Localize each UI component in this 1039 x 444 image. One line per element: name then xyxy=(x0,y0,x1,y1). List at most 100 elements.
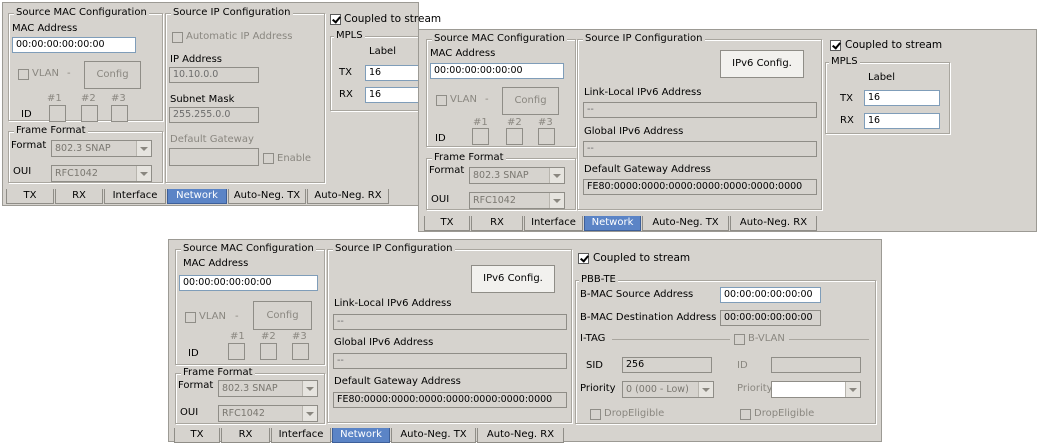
tab-rx[interactable]: RX xyxy=(221,428,270,443)
vlan-col-1: #1 xyxy=(230,331,245,342)
ip-address-field[interactable]: 10.10.0.0 xyxy=(169,67,259,83)
coupled-to-stream-checkbox[interactable] xyxy=(330,14,341,25)
oui-value: RFC1042 xyxy=(473,195,516,206)
vlan-id-3[interactable] xyxy=(111,105,128,122)
tab-network[interactable]: Network xyxy=(167,189,227,204)
tab-auto-neg-tx[interactable]: Auto-Neg. TX xyxy=(391,428,476,443)
ipv6-config-button[interactable]: IPv6 Config. xyxy=(720,50,804,78)
vlan-dash: - xyxy=(235,311,239,322)
vlan-id-label: ID xyxy=(435,133,446,144)
mpls-rx-label: RX xyxy=(840,115,854,126)
tab-tx[interactable]: TX xyxy=(424,216,470,231)
gateway-address-field[interactable]: FE80:0000:0000:0000:0000:0000:0000:0000 xyxy=(583,179,817,195)
tab-rx[interactable]: RX xyxy=(471,216,523,231)
mac-address-field[interactable]: 00:00:00:00:00:00 xyxy=(430,63,564,79)
tab-bar: TX RX Interface Network Auto-Neg. TX Aut… xyxy=(424,216,924,232)
bvlan-drop-eligible-checkbox[interactable] xyxy=(740,409,751,420)
source-mac-legend: Source MAC Configuration xyxy=(181,243,316,255)
vlan-checkbox[interactable] xyxy=(18,69,29,80)
link-local-field[interactable]: -- xyxy=(333,314,567,330)
priority-select[interactable]: 0 (000 - Low) xyxy=(622,381,714,398)
vlan-id-3[interactable] xyxy=(292,343,309,360)
sid-field[interactable]: 256 xyxy=(622,357,712,373)
chevron-down-icon xyxy=(698,382,713,397)
coupled-to-stream-checkbox[interactable] xyxy=(830,40,841,51)
vlan-id-label: ID xyxy=(21,109,32,120)
oui-label: OUI xyxy=(13,166,32,177)
network-panel-ipv6: Source MAC Configuration MAC Address 00:… xyxy=(418,29,1037,232)
bvlan-id-field[interactable] xyxy=(771,357,861,373)
vlan-config-button[interactable]: Config xyxy=(253,301,312,330)
auto-ip-checkbox[interactable] xyxy=(172,32,183,43)
bmac-source-label: B-MAC Source Address xyxy=(580,289,694,300)
auto-ip-label: Automatic IP Address xyxy=(186,31,293,42)
chevron-down-icon xyxy=(549,193,564,208)
format-select[interactable]: 802.3 SNAP xyxy=(51,140,152,157)
mac-address-field[interactable]: 00:00:00:00:00:00 xyxy=(12,37,136,53)
vlan-col-2: #2 xyxy=(81,93,96,104)
mpls-tx-label: TX xyxy=(339,67,352,78)
tab-network[interactable]: Network xyxy=(332,428,390,443)
tab-interface[interactable]: Interface xyxy=(104,189,166,204)
vlan-id-2[interactable] xyxy=(260,343,277,360)
drop-eligible-checkbox[interactable] xyxy=(590,409,601,420)
bvlan-id-label: ID xyxy=(737,360,748,371)
tab-interface[interactable]: Interface xyxy=(271,428,331,443)
mpls-tx-field[interactable]: 16 xyxy=(864,90,940,106)
tab-auto-neg-rx[interactable]: Auto-Neg. RX xyxy=(307,189,389,204)
bmac-destination-field[interactable]: 00:00:00:00:00:00 xyxy=(720,310,821,326)
coupled-to-stream-label: Coupled to stream xyxy=(344,13,442,25)
vlan-id-2[interactable] xyxy=(506,128,523,145)
network-panel-ipv4: Source MAC Configuration MAC Address 00:… xyxy=(2,2,441,206)
tab-tx[interactable]: TX xyxy=(174,428,220,443)
bvlan-checkbox[interactable] xyxy=(734,334,745,345)
tab-rx[interactable]: RX xyxy=(55,189,103,204)
subnet-mask-label: Subnet Mask xyxy=(170,94,235,105)
mpls-tx-field[interactable]: 16 xyxy=(365,65,423,81)
gateway-address-field[interactable]: FE80:0000:0000:0000:0000:0000:0000:0000 xyxy=(333,392,567,408)
mac-address-field[interactable]: 00:00:00:00:00:00 xyxy=(179,275,318,291)
tab-auto-neg-rx[interactable]: Auto-Neg. RX xyxy=(730,216,817,231)
format-label: Format xyxy=(178,380,214,391)
format-select[interactable]: 802.3 SNAP xyxy=(469,167,565,184)
bvlan-divider xyxy=(789,339,869,340)
vlan-id-3[interactable] xyxy=(538,128,555,145)
mpls-rx-field[interactable]: 16 xyxy=(365,87,423,103)
global-ipv6-field[interactable]: -- xyxy=(333,353,567,369)
coupled-to-stream-checkbox[interactable] xyxy=(578,253,589,264)
mpls-label-header: Label xyxy=(369,46,396,57)
vlan-col-1: #1 xyxy=(47,93,62,104)
tab-network[interactable]: Network xyxy=(584,216,641,231)
global-ipv6-field[interactable]: -- xyxy=(583,141,817,157)
link-local-field[interactable]: -- xyxy=(583,102,817,118)
vlan-label: VLAN xyxy=(199,311,226,322)
default-gateway-field[interactable] xyxy=(169,148,259,166)
oui-select[interactable]: RFC1042 xyxy=(469,192,565,209)
oui-select[interactable]: RFC1042 xyxy=(51,165,152,182)
vlan-config-button[interactable]: Config xyxy=(502,87,559,115)
vlan-id-1[interactable] xyxy=(228,343,245,360)
tab-auto-neg-tx[interactable]: Auto-Neg. TX xyxy=(642,216,729,231)
bmac-source-field[interactable]: 00:00:00:00:00:00 xyxy=(720,287,821,303)
gateway-enable-checkbox[interactable] xyxy=(263,153,274,164)
gateway-enable-label: Enable xyxy=(277,153,312,164)
tab-tx[interactable]: TX xyxy=(6,189,54,204)
vlan-config-button[interactable]: Config xyxy=(84,61,141,89)
mpls-rx-field[interactable]: 16 xyxy=(864,113,940,129)
bvlan-priority-select[interactable] xyxy=(771,381,861,398)
ipv6-config-button[interactable]: IPv6 Config. xyxy=(471,265,555,293)
tab-auto-neg-tx[interactable]: Auto-Neg. TX xyxy=(228,189,306,204)
vlan-checkbox[interactable] xyxy=(436,95,447,106)
vlan-id-1[interactable] xyxy=(472,128,489,145)
vlan-id-2[interactable] xyxy=(81,105,98,122)
tab-interface[interactable]: Interface xyxy=(524,216,583,231)
tab-auto-neg-rx[interactable]: Auto-Neg. RX xyxy=(477,428,564,443)
frame-format-group: Frame Format Format 802.3 SNAP OUI RFC10… xyxy=(175,367,325,424)
vlan-checkbox[interactable] xyxy=(185,312,196,323)
subnet-mask-field[interactable]: 255.255.0.0 xyxy=(169,107,259,123)
ip-address-label: IP Address xyxy=(170,54,222,65)
oui-select[interactable]: RFC1042 xyxy=(218,405,318,422)
format-select[interactable]: 802.3 SNAP xyxy=(218,380,318,397)
coupled-to-stream-label: Coupled to stream xyxy=(593,252,691,264)
vlan-id-1[interactable] xyxy=(49,105,66,122)
